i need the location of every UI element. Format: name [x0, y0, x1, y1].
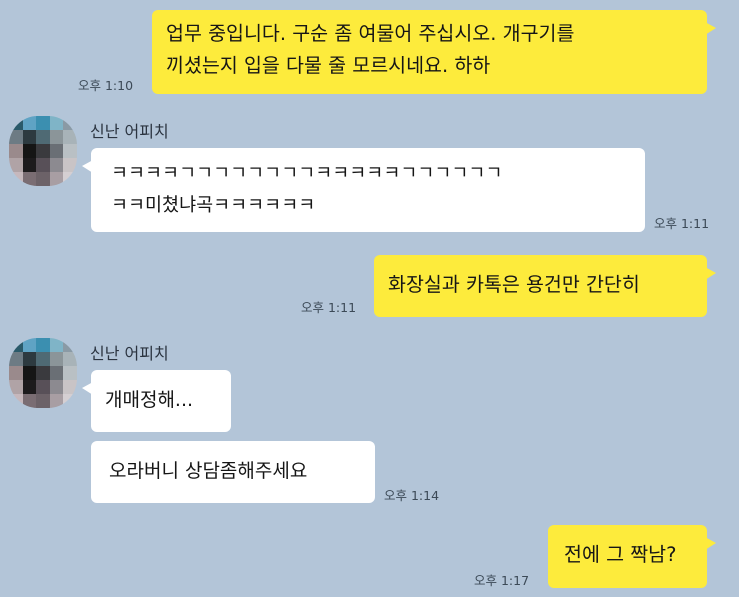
- message-text-line: 오라버니 상담좀해주세요: [109, 460, 308, 482]
- sender-name: 신난 어피치: [90, 344, 169, 363]
- message-text-line: 개매정해...: [105, 389, 194, 411]
- message-time: 오후 1:14: [384, 488, 440, 503]
- message-text-line: 전에 그 짝남?: [564, 543, 677, 566]
- message-text-line: ㅋㅋ미쳤냐곡ㅋㅋㅋㅋㅋㅋ: [111, 195, 316, 216]
- message-time: 오후 1:10: [78, 78, 134, 93]
- message-text-line: 끼셨는지 입을 다물 줄 모르시네요. 하하: [166, 54, 491, 77]
- my-message-bubble[interactable]: 업무 중입니다. 구순 좀 여물어 주십시오. 개구기를 끼셨는지 입을 다물 …: [152, 10, 716, 94]
- message-text-line: 업무 중입니다. 구순 좀 여물어 주십시오. 개구기를: [166, 22, 575, 45]
- my-message-bubble[interactable]: 화장실과 카톡은 용건만 간단히: [374, 255, 716, 317]
- message-time: 오후 1:11: [301, 300, 357, 315]
- my-message-bubble[interactable]: 전에 그 짝남?: [548, 525, 716, 588]
- their-message-bubble[interactable]: ㅋㅋㅋㅋㄱㄱㄱㄱㄱㄱㄱㄱㅋㅋㅋㅋㅋㄱㄱㄱㄱㄱㄱ ㅋㅋ미쳤냐곡ㅋㅋㅋㅋㅋㅋ: [82, 148, 645, 232]
- message-time: 오후 1:11: [654, 216, 710, 231]
- message-time: 오후 1:17: [474, 573, 530, 588]
- their-message-bubble[interactable]: 개매정해...: [82, 370, 231, 432]
- sender-avatar[interactable]: [9, 116, 77, 186]
- sender-avatar[interactable]: [9, 338, 77, 408]
- sender-name: 신난 어피치: [90, 122, 169, 141]
- their-message-bubble[interactable]: 오라버니 상담좀해주세요: [91, 441, 375, 503]
- message-text-line: 화장실과 카톡은 용건만 간단히: [388, 273, 640, 296]
- message-text-line: ㅋㅋㅋㅋㄱㄱㄱㄱㄱㄱㄱㄱㅋㅋㅋㅋㅋㄱㄱㄱㄱㄱㄱ: [111, 163, 503, 184]
